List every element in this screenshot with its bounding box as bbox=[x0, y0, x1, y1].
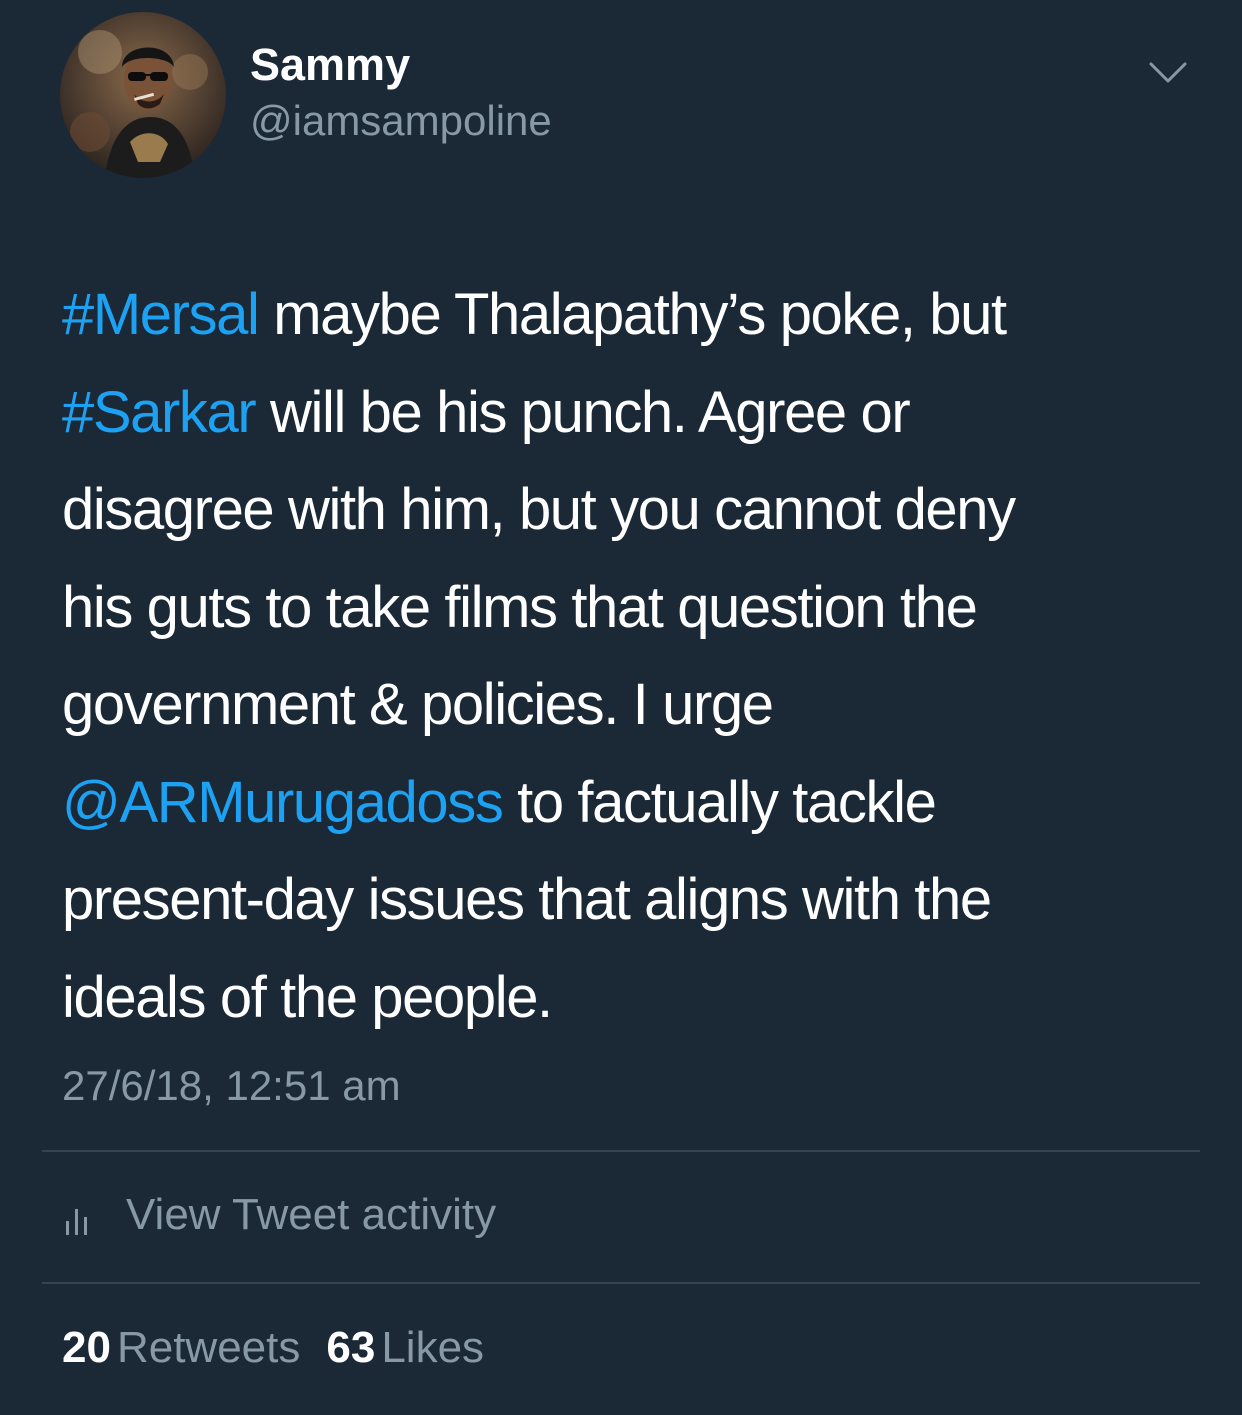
tweet-text-segment: maybe Thalapathy’s poke, but bbox=[258, 282, 1007, 347]
likes-label: Likes bbox=[381, 1323, 485, 1372]
tweet-text-line: disagree with him, but you cannot deny bbox=[62, 461, 1182, 559]
avatar[interactable] bbox=[60, 12, 226, 178]
user-names: Sammy @iamsampoline bbox=[250, 38, 552, 148]
tweet-text-segment: will be his punch. Agree or bbox=[255, 379, 911, 445]
hashtag-link[interactable]: #Sarkar bbox=[62, 380, 257, 445]
retweets-stat[interactable]: 20 Retweets bbox=[62, 1318, 300, 1378]
tweet-text-segment: present-day issues that aligns with the bbox=[62, 867, 992, 932]
view-tweet-activity-button[interactable]: View Tweet activity bbox=[60, 1180, 496, 1250]
tweet-timestamp: 27/6/18, 12:51 am bbox=[62, 1062, 401, 1109]
retweets-count: 20 bbox=[62, 1323, 111, 1372]
tweet-text-segment: his guts to take films that question the bbox=[62, 574, 978, 640]
tweet-text: #Mersal maybe Thalapathy’s poke, but #Sar… bbox=[62, 266, 1182, 1046]
avatar-image bbox=[60, 12, 226, 178]
tweet-text-line: #Mersal maybe Thalapathy’s poke, but bbox=[62, 266, 1182, 364]
retweets-label: Retweets bbox=[116, 1323, 301, 1372]
tweet-text-line: #Sarkar will be his punch. Agree or bbox=[62, 364, 1182, 462]
tweet-text-segment: government & policies. I urge bbox=[62, 672, 774, 737]
display-name[interactable]: Sammy bbox=[250, 38, 552, 92]
divider bbox=[42, 1282, 1200, 1284]
tweet-text-segment: ideals of the people. bbox=[62, 964, 553, 1030]
tweet-text-line: @ARMurugadoss to factually tackle bbox=[62, 754, 1182, 852]
tweet-text-line: government & policies. I urge bbox=[62, 656, 1182, 754]
tweet-text-line: ideals of the people. bbox=[62, 949, 1182, 1047]
likes-stat[interactable]: 63 Likes bbox=[326, 1318, 484, 1378]
chevron-down-icon[interactable] bbox=[1148, 58, 1188, 88]
tweet-text-segment: to factually tackle bbox=[502, 769, 937, 835]
tweet-text-line: his guts to take films that question the bbox=[62, 559, 1182, 657]
tweet-stats: 20 Retweets 63 Likes bbox=[62, 1318, 510, 1378]
mention-link[interactable]: @ARMurugadoss bbox=[62, 770, 504, 835]
tweet-text-line: present-day issues that aligns with the bbox=[62, 851, 1182, 949]
view-tweet-activity-label: View Tweet activity bbox=[126, 1190, 497, 1239]
divider bbox=[42, 1150, 1200, 1152]
tweet-text-segment: disagree with him, but you cannot deny bbox=[62, 477, 1016, 542]
hashtag-link[interactable]: #Mersal bbox=[62, 282, 260, 347]
likes-count: 63 bbox=[326, 1323, 376, 1372]
tweet-header: Sammy @iamsampoline bbox=[60, 12, 1200, 180]
bar-chart-icon bbox=[66, 1209, 87, 1235]
user-handle[interactable]: @iamsampoline bbox=[250, 94, 552, 148]
